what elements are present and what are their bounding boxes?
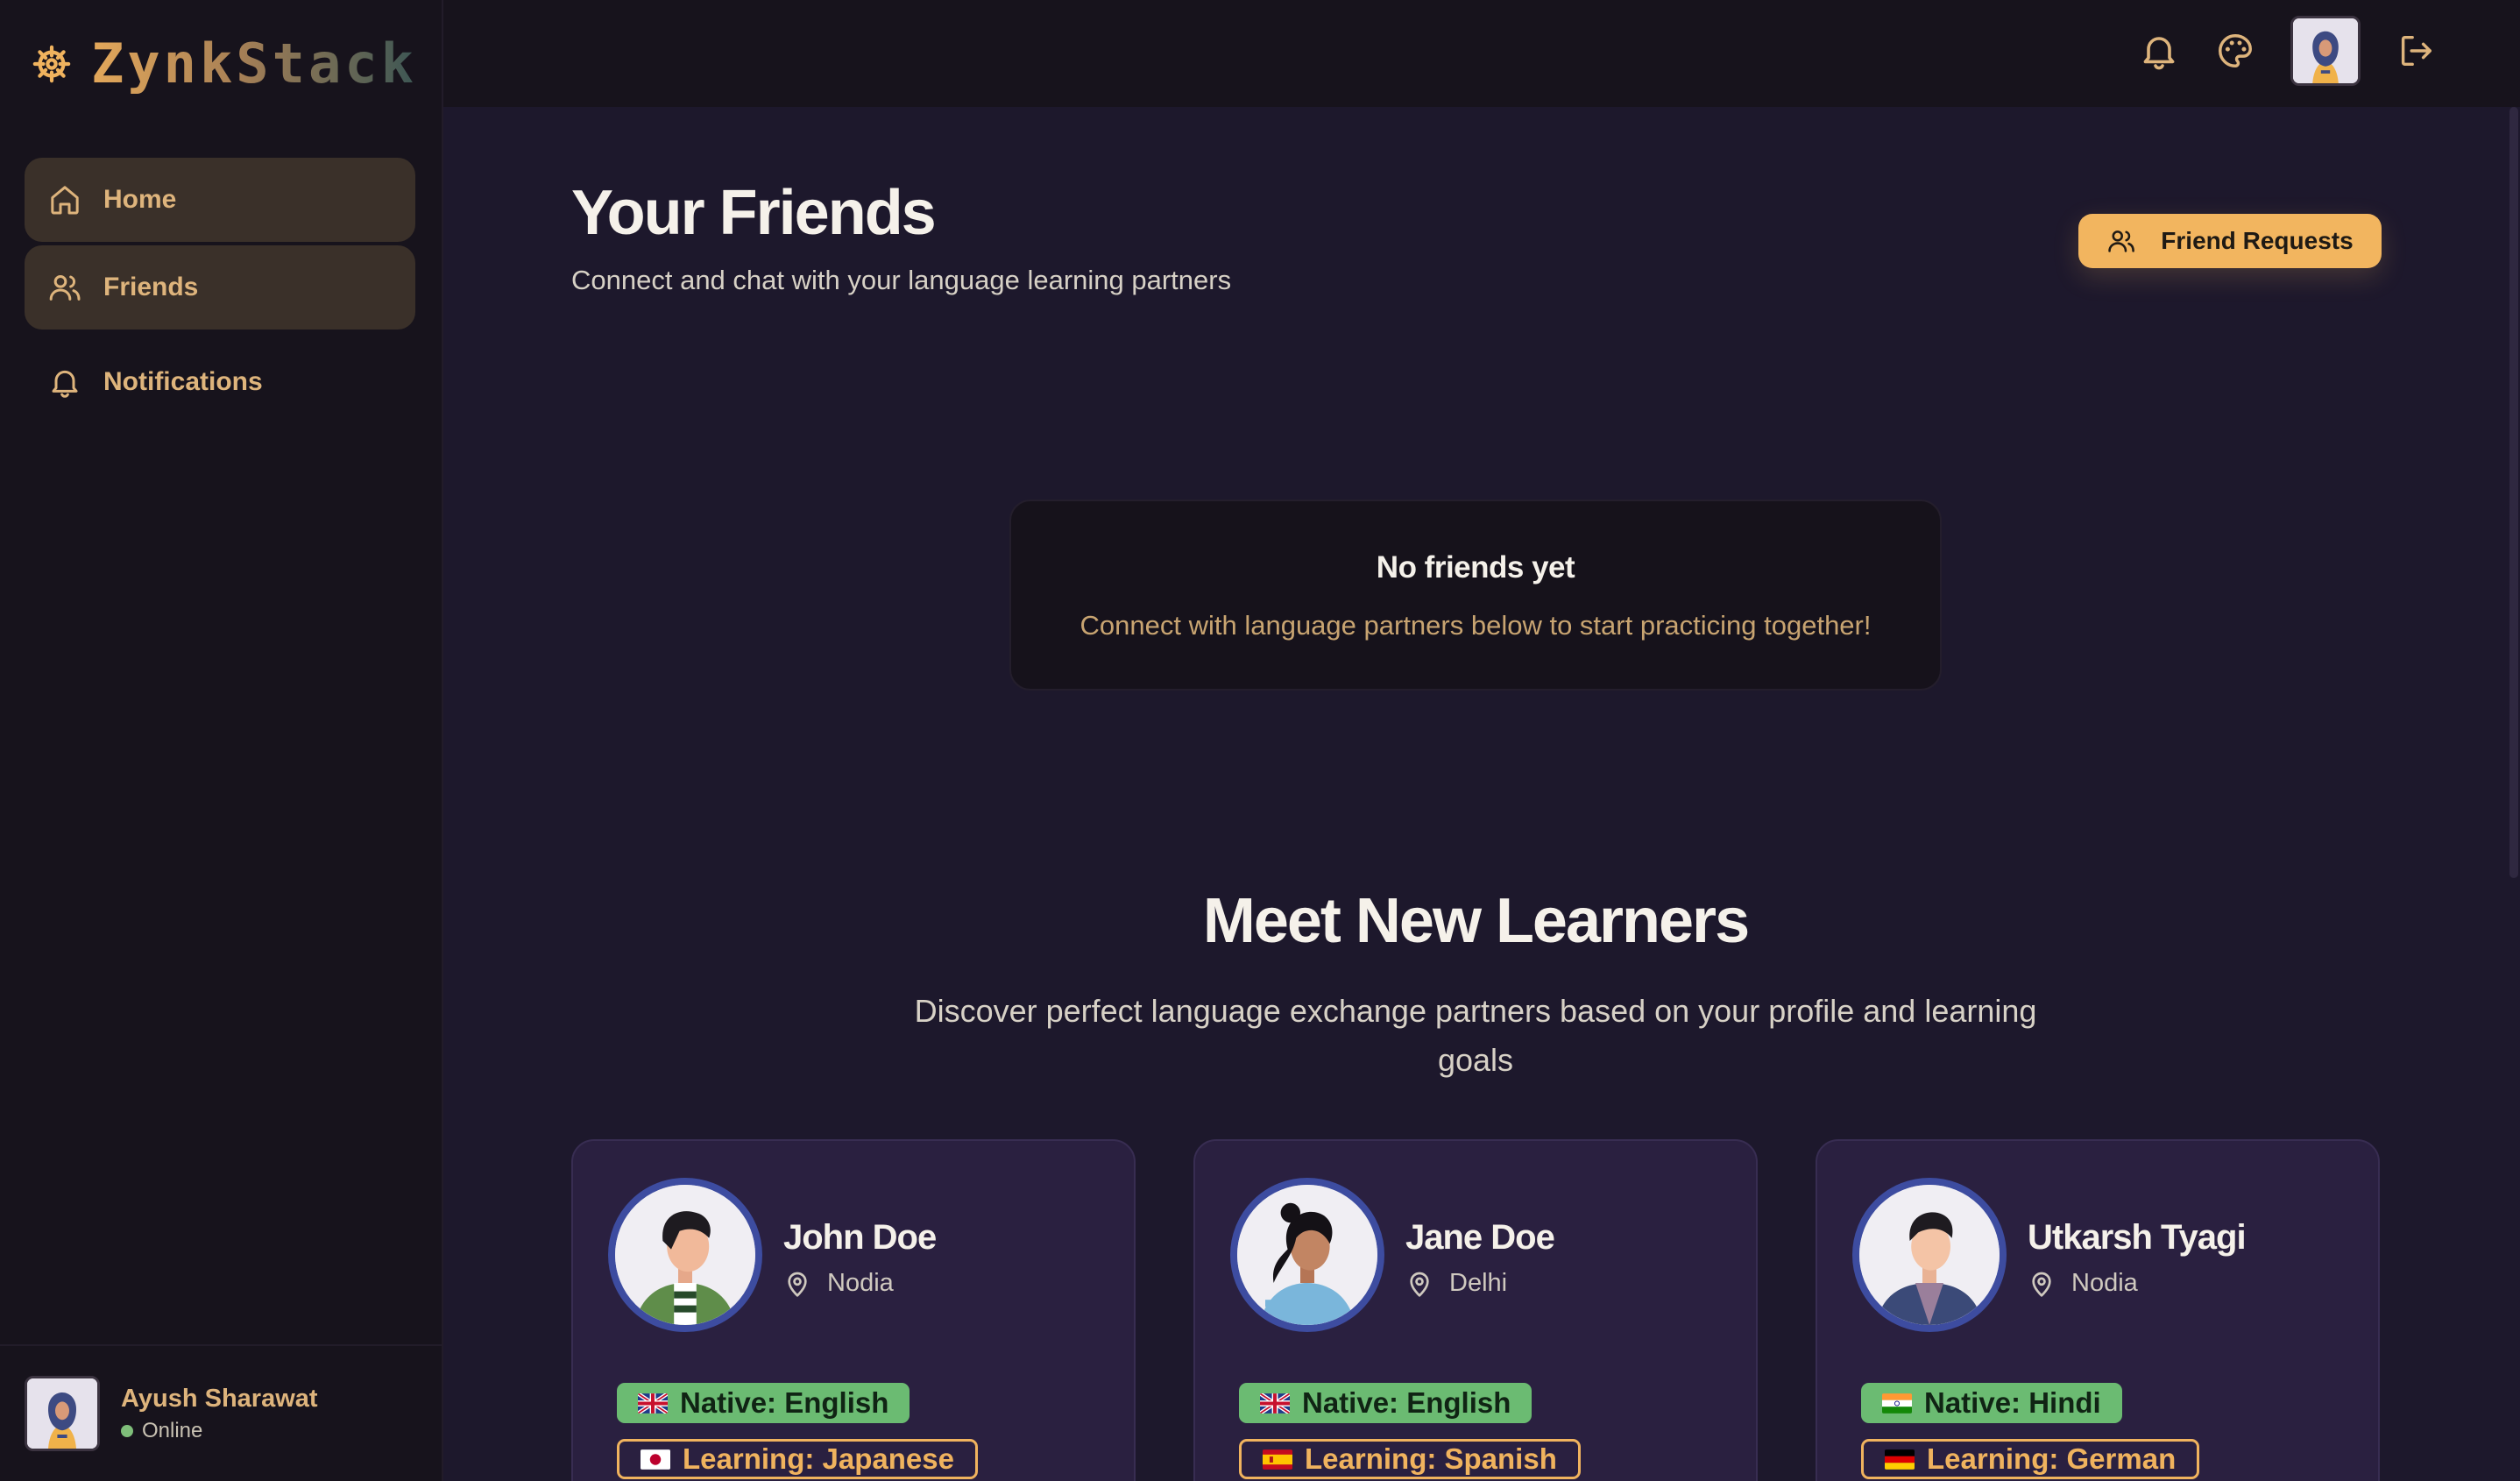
sidebar: ZynkStack Home Friends Notifications Ayu… — [0, 0, 443, 1481]
learner-name: Utkarsh Tyagi — [2028, 1218, 2247, 1257]
ship-wheel-icon — [32, 45, 71, 82]
app-logo[interactable]: ZynkStack — [32, 32, 417, 96]
avatar — [25, 1376, 100, 1451]
learner-card[interactable]: John Doe Nodia Native: English Learning:… — [571, 1139, 1136, 1481]
bell-icon — [47, 365, 82, 400]
user-name: Ayush Sharawat — [121, 1384, 318, 1413]
learner-location: Nodia — [2028, 1269, 2138, 1298]
bell-icon[interactable] — [2138, 30, 2180, 72]
learning-language-badge: Learning: German — [1861, 1439, 2200, 1479]
map-pin-icon — [783, 1270, 811, 1298]
page-scrollbar[interactable] — [2508, 107, 2520, 1481]
users-icon — [2106, 226, 2136, 256]
flag-in-icon — [1882, 1393, 1912, 1414]
badge-label: Native: English — [680, 1386, 889, 1419]
scrollbar-thumb[interactable] — [2509, 107, 2518, 878]
users-icon — [47, 270, 82, 305]
palette-icon[interactable] — [2215, 31, 2255, 71]
learner-location: Delhi — [1405, 1269, 1507, 1298]
sidebar-item-label: Home — [103, 185, 177, 214]
sidebar-user-profile[interactable]: Ayush Sharawat Online — [0, 1344, 442, 1481]
learner-name: John Doe — [783, 1218, 937, 1257]
sidebar-item-notifications[interactable]: Notifications — [25, 340, 415, 424]
status-text: Online — [142, 1418, 203, 1442]
sidebar-item-friends[interactable]: Friends — [25, 245, 415, 330]
topbar-actions — [2138, 16, 2436, 86]
online-status-dot — [121, 1424, 133, 1437]
page-subtitle: Connect and chat with your language lear… — [571, 265, 1232, 295]
learning-language-badge: Learning: Japanese — [617, 1439, 978, 1479]
flag-gb-icon — [638, 1393, 668, 1414]
native-language-badge: Native: Hindi — [1861, 1383, 2122, 1423]
learner-card[interactable]: Jane Doe Delhi Native: English Learning:… — [1193, 1139, 1758, 1481]
empty-friends-card: No friends yet Connect with language par… — [1009, 500, 1942, 691]
logout-icon[interactable] — [2396, 31, 2436, 71]
top-navbar — [443, 0, 2520, 107]
map-pin-icon — [2028, 1270, 2056, 1298]
badge-label: Native: Hindi — [1924, 1386, 2101, 1419]
sidebar-item-label: Friends — [103, 273, 199, 301]
flag-gb-icon — [1260, 1393, 1290, 1414]
learner-name: Jane Doe — [1405, 1218, 1555, 1257]
native-language-badge: Native: English — [617, 1383, 910, 1423]
page-title: Your Friends — [571, 178, 937, 248]
avatar — [1852, 1178, 2007, 1332]
learner-location: Nodia — [783, 1269, 894, 1298]
badge-label: Learning: Spanish — [1305, 1442, 1557, 1475]
main-content: Your Friends Connect and chat with your … — [443, 107, 2508, 1481]
avatar — [1230, 1178, 1384, 1332]
section-title: Meet New Learners — [1202, 886, 1750, 956]
location-text: Delhi — [1449, 1269, 1508, 1297]
empty-title: No friends yet — [1376, 550, 1575, 585]
empty-text: Connect with language partners below to … — [1079, 610, 1872, 641]
user-status: Online — [121, 1419, 318, 1443]
flag-de-icon — [1885, 1449, 1915, 1470]
location-text: Nodia — [2071, 1269, 2138, 1297]
friend-requests-label: Friend Requests — [2161, 227, 2354, 254]
flag-es-icon — [1263, 1449, 1292, 1470]
section-subtitle: Discover perfect language exchange partn… — [914, 993, 2037, 1078]
learner-card[interactable]: Utkarsh Tyagi Nodia Native: Hindi Learni… — [1816, 1139, 2380, 1481]
app-name: ZynkStack — [91, 32, 417, 96]
badge-label: Native: English — [1302, 1386, 1511, 1419]
map-pin-icon — [1405, 1270, 1433, 1298]
badge-label: Learning: German — [1927, 1442, 2177, 1475]
sidebar-nav: Home Friends Notifications — [25, 158, 415, 428]
learning-language-badge: Learning: Spanish — [1239, 1439, 1581, 1479]
home-icon — [51, 186, 79, 215]
friend-requests-button[interactable]: Friend Requests — [2078, 214, 2382, 268]
flag-jp-icon — [641, 1449, 670, 1470]
sidebar-item-label: Notifications — [103, 367, 263, 396]
native-language-badge: Native: English — [1239, 1383, 1533, 1423]
sidebar-item-home[interactable]: Home — [25, 158, 415, 242]
location-text: Nodia — [827, 1269, 894, 1297]
badge-label: Learning: Japanese — [683, 1442, 954, 1475]
avatar — [608, 1178, 762, 1332]
user-avatar[interactable] — [2290, 16, 2361, 86]
